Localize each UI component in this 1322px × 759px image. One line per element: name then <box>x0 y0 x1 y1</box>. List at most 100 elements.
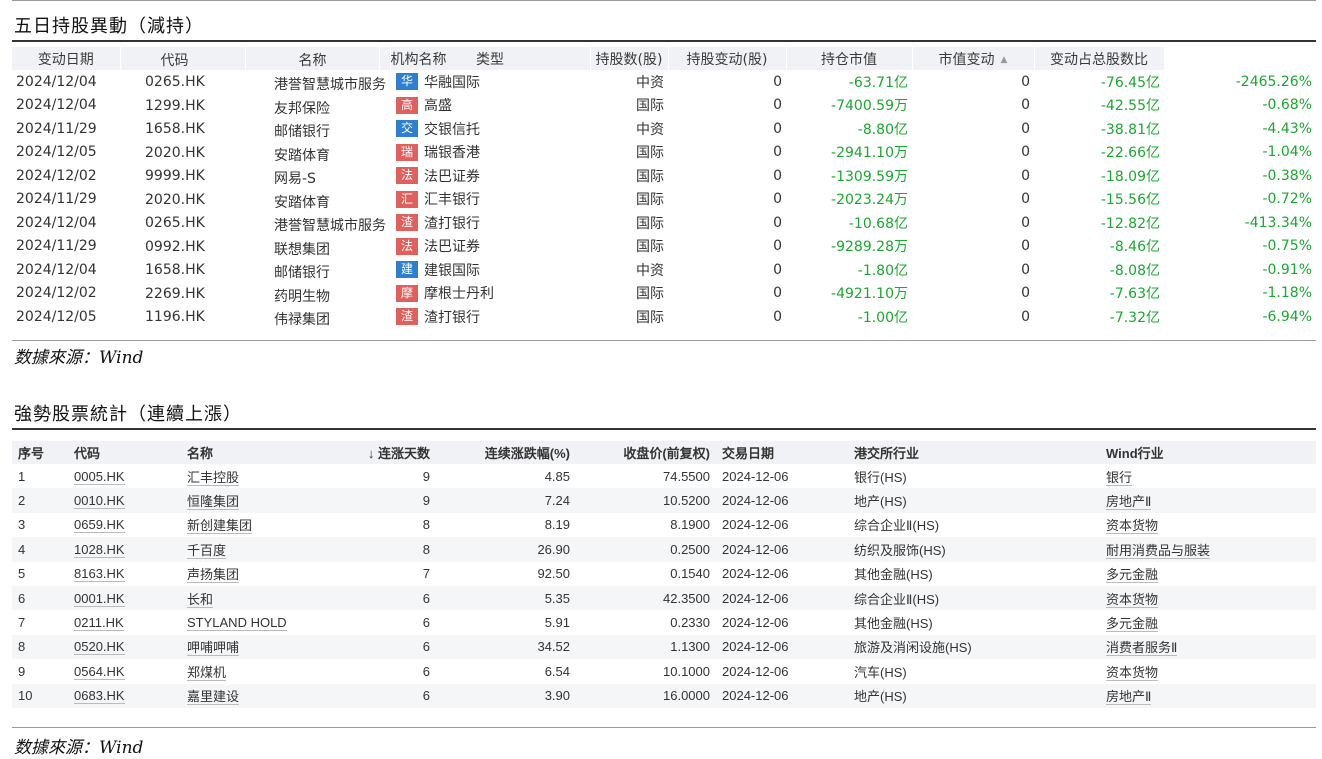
col-close-price[interactable]: 收盘价(前复权) <box>576 441 716 464</box>
stock-code-link[interactable]: 1028.HK <box>74 541 125 558</box>
stock-name-link[interactable]: STYLAND HOLD <box>187 615 287 632</box>
col-wind-industry[interactable]: Wind行业 <box>1100 441 1316 464</box>
col-change-date[interactable]: 变动日期 <box>12 47 121 70</box>
stock-code-link[interactable]: 8163.HK <box>74 566 125 583</box>
institution-name[interactable]: 法巴证券 <box>424 239 480 255</box>
col-code-label[interactable]: 代码 <box>161 50 189 70</box>
table-row[interactable]: 2024/12/02 2269.HK 药明生物 摩摩根士丹利 国际 0 -4921.10万 0… <box>12 282 1316 306</box>
institution-name[interactable]: 摩根士丹利 <box>424 286 494 302</box>
stock-code[interactable]: 1196.HK <box>145 309 205 325</box>
stock-name[interactable]: 邮储银行 <box>274 121 330 141</box>
institution-name[interactable]: 渣打银行 <box>424 310 480 326</box>
table-row[interactable]: 4 1028.HK 千百度 8 26.90 0.2500 2024-12-06 纺织及服饰(H… <box>12 537 1316 562</box>
col-market-value[interactable]: 持仓市值 <box>786 47 913 70</box>
stock-code[interactable]: 2020.HK <box>145 145 205 161</box>
stock-code[interactable]: 0992.HK <box>145 239 205 255</box>
stock-name[interactable]: 港誉智慧城市服务 <box>274 215 386 235</box>
wind-industry-link[interactable]: 资本货物 <box>1106 518 1159 535</box>
wind-industry-link[interactable]: 房地产Ⅱ <box>1106 494 1152 511</box>
institution-name[interactable]: 建银国际 <box>424 263 480 279</box>
stock-name[interactable]: 邮储银行 <box>274 262 330 282</box>
wind-industry-link[interactable]: 房地产Ⅱ <box>1106 689 1152 706</box>
wind-industry-link[interactable]: 资本货物 <box>1106 664 1159 681</box>
table-row[interactable]: 6 0001.HK 长和 6 5.35 42.3500 2024-12-06 综合企业Ⅱ(HS… <box>12 585 1316 611</box>
stock-code[interactable]: 1299.HK <box>145 98 205 114</box>
col-share-change[interactable]: 持股变动(股) <box>668 47 787 70</box>
table-row[interactable]: 2024/12/04 0265.HK 港誉智慧城市服务华华融国际 中资 0 -63.71亿… <box>12 70 1316 94</box>
wind-industry-link[interactable]: 耐用消费品与服装 <box>1106 542 1211 559</box>
stock-code[interactable]: 0265.HK <box>145 74 205 90</box>
stock-code-link[interactable]: 0005.HK <box>74 468 125 485</box>
table-row[interactable]: 2024/12/04 1658.HK 邮储银行 建建银国际 中资 0 -1.80亿 0 -8.0… <box>12 258 1316 282</box>
table-row[interactable]: 2024/12/04 1299.HK 友邦保险 高高盛 国际 0 -7400.59万 0 -42… <box>12 94 1316 118</box>
stock-code[interactable]: 0265.HK <box>145 215 205 231</box>
institution-name[interactable]: 汇丰银行 <box>424 192 480 208</box>
stock-name-link[interactable]: 恒隆集团 <box>187 494 240 511</box>
stock-name[interactable]: 安踏体育 <box>274 145 330 165</box>
col-mv-change[interactable]: 市值变动 ▲ <box>912 47 1035 70</box>
col-change-ratio[interactable]: 变动占总股数比 <box>1034 47 1165 70</box>
table-row[interactable]: 2024/11/29 1658.HK 邮储银行 交交银信托 中资 0 -8.80亿 0 -38.… <box>12 117 1316 141</box>
col-hkex-industry[interactable]: 港交所行业 <box>848 441 1100 464</box>
stock-name[interactable]: 联想集团 <box>274 239 330 259</box>
wind-industry-link[interactable]: 多元金融 <box>1106 567 1159 584</box>
sort-ascending-icon[interactable]: ▲ <box>1001 55 1008 65</box>
stock-code-link[interactable]: 0564.HK <box>74 663 125 680</box>
stock-code-link[interactable]: 0683.HK <box>74 688 125 705</box>
wind-industry-link[interactable]: 消费者服务Ⅱ <box>1106 640 1178 657</box>
table-row[interactable]: 2024/11/29 2020.HK 安踏体育 汇汇丰银行 国际 0 -2023.24万 0 -… <box>12 188 1316 212</box>
table-row[interactable]: 9 0564.HK 郑煤机 6 6.54 10.1000 2024-12-06 汽车(HS) 资… <box>12 659 1316 683</box>
stock-code[interactable]: 2269.HK <box>145 286 205 302</box>
col-name[interactable]: 名称 <box>181 441 316 464</box>
table-row[interactable]: 8 0520.HK 呷哺呷哺 6 34.52 1.1300 2024-12-06 旅游及消闲设… <box>12 634 1316 660</box>
col-code[interactable]: 代码 名称 <box>120 47 391 70</box>
table-row[interactable]: 10 0683.HK 嘉里建设 6 3.90 16.0000 2024-12-06 地产(HS… <box>12 683 1316 708</box>
institution-name[interactable]: 瑞银香港 <box>424 145 480 161</box>
institution-name[interactable]: 华融国际 <box>424 75 480 91</box>
table-row[interactable]: 1 0005.HK 汇丰控股 9 4.85 74.5500 2024-12-06 银行(HS)… <box>12 464 1316 488</box>
col-index[interactable]: 序号 <box>12 441 68 464</box>
stock-code-link[interactable]: 0659.HK <box>74 517 125 534</box>
table-row[interactable]: 3 0659.HK 新创建集团 8 8.19 8.1900 2024-12-06 综合企业Ⅱ(… <box>12 513 1316 537</box>
table-row[interactable]: 2 0010.HK 恒隆集团 9 7.24 10.5200 2024-12-06 地产(HS)… <box>12 488 1316 513</box>
institution-name[interactable]: 高盛 <box>424 98 452 114</box>
table-row[interactable]: 5 8163.HK 声扬集团 7 92.50 0.1540 2024-12-06 其他金融(H… <box>12 562 1316 586</box>
col-shares[interactable]: 持股数(股) <box>590 47 669 70</box>
col-cum-change[interactable]: 连续涨跌幅(%) <box>436 441 576 464</box>
wind-industry-link[interactable]: 资本货物 <box>1106 591 1159 608</box>
table-row[interactable]: 2024/12/05 1196.HK 伟禄集团 渣渣打银行 国际 0 -1.00亿 0 -7.3… <box>12 305 1316 329</box>
stock-name-link[interactable]: 新创建集团 <box>187 518 253 535</box>
stock-code[interactable]: 1658.HK <box>145 262 205 278</box>
stock-code-link[interactable]: 0001.HK <box>74 590 125 607</box>
table-row[interactable]: 2024/12/04 0265.HK 港誉智慧城市服务渣渣打银行 国际 0 -10.68亿… <box>12 211 1316 235</box>
stock-name-link[interactable]: 郑煤机 <box>187 664 227 681</box>
stock-name[interactable]: 港誉智慧城市服务 <box>274 74 386 94</box>
table-row[interactable]: 2024/12/05 2020.HK 安踏体育 瑞瑞银香港 国际 0 -2941.10万 0 -… <box>12 141 1316 165</box>
stock-code-link[interactable]: 0211.HK <box>74 615 124 632</box>
institution-name[interactable]: 法巴证券 <box>424 169 480 185</box>
table-row[interactable]: 2024/11/29 0992.HK 联想集团 法法巴证券 国际 0 -9289.28万 0 -… <box>12 235 1316 259</box>
stock-name-link[interactable]: 长和 <box>187 591 214 608</box>
stock-code-link[interactable]: 0010.HK <box>74 493 125 510</box>
col-code[interactable]: 代码 <box>68 441 181 464</box>
col-trade-date[interactable]: 交易日期 <box>716 441 848 464</box>
stock-code[interactable]: 2020.HK <box>145 192 205 208</box>
wind-industry-link[interactable]: 银行 <box>1106 469 1133 486</box>
stock-name-link[interactable]: 千百度 <box>187 542 227 559</box>
stock-name[interactable]: 网易-S <box>274 168 316 188</box>
stock-name-link[interactable]: 声扬集团 <box>187 567 240 584</box>
institution-name[interactable]: 交银信托 <box>424 122 480 138</box>
stock-code-link[interactable]: 0520.HK <box>74 639 125 656</box>
stock-name[interactable]: 伟禄集团 <box>274 309 330 329</box>
wind-industry-link[interactable]: 多元金融 <box>1106 616 1159 633</box>
institution-name[interactable]: 渣打银行 <box>424 216 480 232</box>
table-row[interactable]: 7 0211.HK STYLAND HOLD 6 5.91 0.2330 2024-12-0… <box>12 610 1316 634</box>
stock-code[interactable]: 9999.HK <box>145 168 205 184</box>
stock-name-link[interactable]: 呷哺呷哺 <box>187 640 240 657</box>
stock-name[interactable]: 药明生物 <box>274 286 330 306</box>
table-row[interactable]: 2024/12/02 9999.HK 网易-S 法法巴证券 国际 0 -1309.59万 0 -… <box>12 164 1316 188</box>
stock-name[interactable]: 安踏体育 <box>274 192 330 212</box>
stock-name-link[interactable]: 嘉里建设 <box>187 689 240 706</box>
col-up-days[interactable]: ↓ 连涨天数 <box>316 441 436 464</box>
stock-name[interactable]: 友邦保险 <box>274 98 330 118</box>
